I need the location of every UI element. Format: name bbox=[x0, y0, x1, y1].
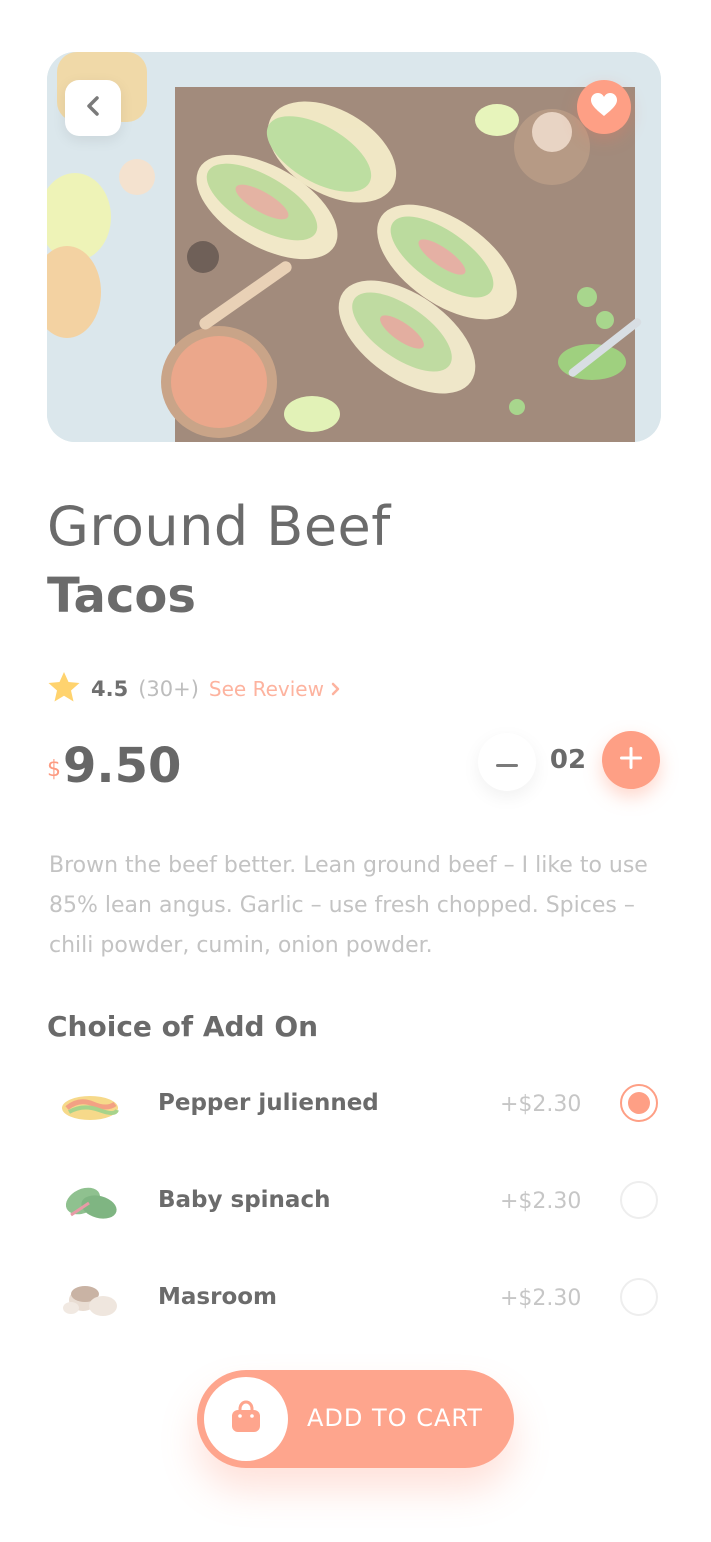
shopping-bag-icon bbox=[230, 1400, 262, 1438]
product-title-line2: Tacos bbox=[47, 568, 196, 624]
addon-name: Baby spinach bbox=[158, 1187, 331, 1213]
minus-icon bbox=[496, 753, 518, 772]
addon-price: +$2.30 bbox=[500, 1286, 582, 1311]
addon-radio[interactable] bbox=[620, 1181, 658, 1219]
decrease-quantity-button[interactable] bbox=[478, 733, 536, 791]
favorite-button[interactable] bbox=[577, 80, 631, 134]
rating-row: 4.5 (30+) See Review bbox=[47, 672, 340, 706]
hero-image bbox=[47, 52, 661, 442]
see-review-label: See Review bbox=[208, 677, 324, 701]
quantity-value: 02 bbox=[549, 745, 587, 775]
mushroom-thumbnail bbox=[59, 1278, 121, 1320]
price-amount: 9.50 bbox=[63, 738, 182, 794]
price: $9.50 bbox=[47, 738, 181, 794]
addon-radio-selected[interactable] bbox=[620, 1084, 658, 1122]
chevron-left-icon bbox=[84, 95, 102, 121]
rating-count: (30+) bbox=[138, 677, 199, 701]
addons-heading: Choice of Add On bbox=[47, 1010, 319, 1043]
star-icon bbox=[47, 671, 81, 707]
rating-value: 4.5 bbox=[91, 677, 129, 701]
add-to-cart-button[interactable]: ADD TO CART bbox=[197, 1370, 514, 1468]
addon-price: +$2.30 bbox=[500, 1092, 582, 1117]
pepper-thumbnail bbox=[59, 1084, 121, 1126]
increase-quantity-button[interactable] bbox=[602, 731, 660, 789]
addon-row-pepper[interactable]: Pepper julienned +$2.30 bbox=[47, 1072, 667, 1142]
addon-name: Masroom bbox=[158, 1284, 278, 1310]
cart-icon-container bbox=[204, 1377, 288, 1461]
addon-row-spinach[interactable]: Baby spinach +$2.30 bbox=[47, 1169, 667, 1239]
price-currency: $ bbox=[47, 757, 61, 782]
back-button[interactable] bbox=[65, 80, 121, 136]
chevron-right-icon bbox=[330, 677, 340, 701]
plus-icon bbox=[620, 747, 642, 773]
addon-radio[interactable] bbox=[620, 1278, 658, 1316]
spinach-thumbnail bbox=[59, 1181, 121, 1223]
product-title-line1: Ground Beef bbox=[47, 495, 391, 558]
addon-row-mushroom[interactable]: Masroom +$2.30 bbox=[47, 1266, 667, 1336]
add-to-cart-label: ADD TO CART bbox=[307, 1404, 483, 1432]
product-description: Brown the beef better. Lean ground beef … bbox=[49, 853, 648, 958]
heart-icon bbox=[590, 92, 618, 122]
see-review-link[interactable]: See Review bbox=[209, 677, 340, 701]
addon-name: Pepper julienned bbox=[158, 1090, 379, 1116]
addon-price: +$2.30 bbox=[500, 1189, 582, 1214]
